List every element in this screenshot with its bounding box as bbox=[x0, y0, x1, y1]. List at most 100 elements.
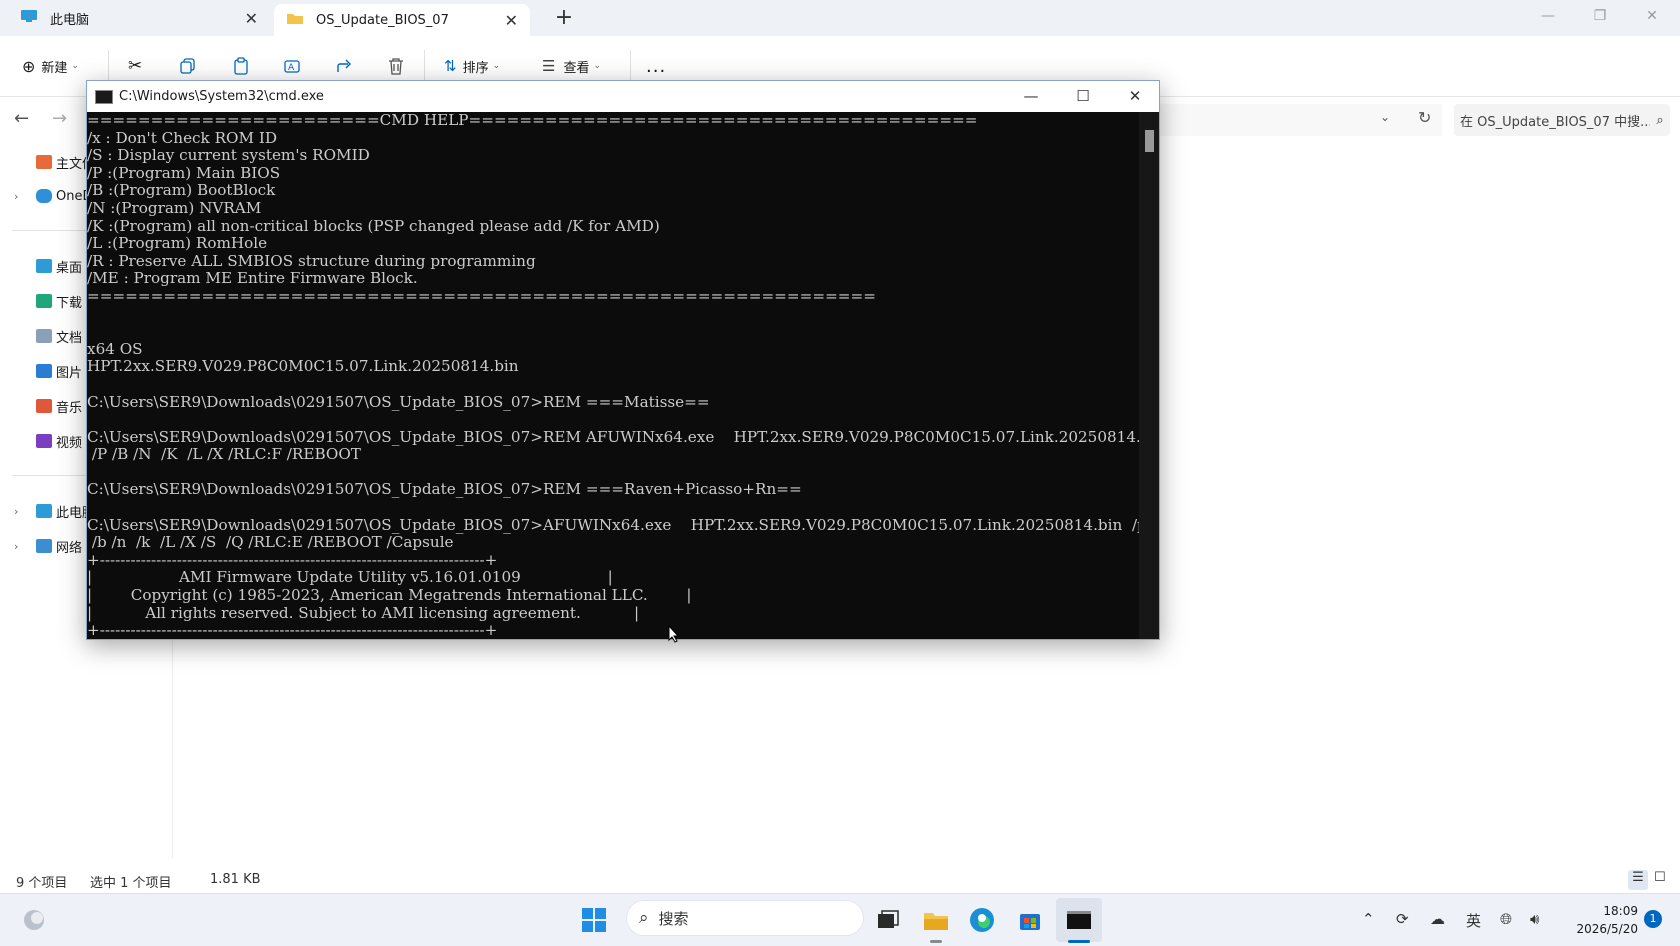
address-bar[interactable] bbox=[1160, 104, 1442, 136]
network-globe-icon[interactable]: 🌐︎ bbox=[1500, 910, 1512, 928]
sidebar-item-downloads[interactable]: 下载 bbox=[36, 289, 82, 313]
sync-icon[interactable]: ⟳ bbox=[1396, 910, 1409, 928]
taskbar-clock[interactable]: 18:09 2026/5/20 bbox=[1570, 902, 1638, 938]
documents-icon bbox=[36, 329, 52, 343]
toolbar-divider bbox=[108, 50, 109, 82]
edge-icon[interactable] bbox=[966, 904, 998, 936]
notification-badge[interactable]: 1 bbox=[1644, 910, 1662, 928]
file-explorer-icon[interactable] bbox=[920, 904, 952, 936]
selection-count: 选中 1 个项目 bbox=[90, 876, 172, 891]
share-icon[interactable] bbox=[336, 50, 354, 82]
store-icon[interactable] bbox=[1014, 904, 1046, 936]
cut-icon[interactable]: ✂ bbox=[128, 50, 142, 82]
maximize-icon[interactable]: ☐ bbox=[1057, 81, 1109, 112]
console-line: | Copyright (c) 1985-2023, American Mega… bbox=[87, 586, 692, 605]
explorer-tab-bar: 此电脑 ✕ OS_Update_BIOS_07 ✕ + — ❐ ✕ bbox=[0, 0, 1680, 36]
sidebar-item-label: 网络 bbox=[56, 540, 83, 556]
status-bar: 9 个项目 选中 1 个项目 1.81 KB ☰ ☐ bbox=[0, 868, 1680, 892]
sidebar-item-desktop[interactable]: 桌面 bbox=[36, 254, 82, 278]
new-button[interactable]: ⊕ 新建 ⌄ bbox=[22, 50, 79, 82]
sort-button[interactable]: ⇅ 排序 ⌄ bbox=[444, 50, 500, 82]
tab-label: OS_Update_BIOS_07 bbox=[316, 12, 449, 28]
console-line: x64 OS bbox=[87, 339, 143, 358]
console-scrollbar[interactable] bbox=[1139, 112, 1159, 639]
view-list-icon: ☰ bbox=[542, 57, 556, 75]
sidebar-item-documents[interactable]: 文档 bbox=[36, 324, 82, 348]
clock-time: 18:09 bbox=[1603, 904, 1638, 918]
search-icon: ⌕ bbox=[1656, 112, 1664, 128]
selection-size: 1.81 KB bbox=[210, 872, 261, 887]
back-icon[interactable]: ← bbox=[14, 108, 29, 129]
sidebar-item-label: 下载 bbox=[56, 295, 83, 311]
computer-icon bbox=[20, 9, 38, 27]
tab-this-pc[interactable]: 此电脑 ✕ bbox=[8, 0, 270, 36]
chevron-down-icon: ⌄ bbox=[492, 61, 501, 71]
sidebar-item-pictures[interactable]: 图片 bbox=[36, 359, 82, 383]
tab-os-update-bios[interactable]: OS_Update_BIOS_07 ✕ bbox=[274, 4, 530, 36]
console-line: /P /B /N /K /L /X /RLC:F /REBOOT bbox=[87, 445, 361, 464]
sort-icon: ⇅ bbox=[444, 57, 457, 75]
view-button[interactable]: ☰ 查看 ⌄ bbox=[542, 50, 601, 82]
sidebar-item-label: 图片 bbox=[56, 365, 83, 381]
more-options-icon[interactable]: ... bbox=[646, 50, 666, 82]
restore-icon[interactable]: ❐ bbox=[1582, 4, 1618, 28]
refresh-icon[interactable]: ↻ bbox=[1418, 108, 1431, 127]
start-icon[interactable] bbox=[578, 904, 610, 936]
item-count: 9 个项目 bbox=[16, 876, 68, 891]
sidebar-item-videos[interactable]: 视频 bbox=[36, 429, 82, 453]
console-line: /R : Preserve ALL SMBIOS structure durin… bbox=[87, 251, 536, 270]
console-line: /N :(Program) NVRAM bbox=[87, 198, 262, 217]
close-icon[interactable]: ✕ bbox=[1109, 81, 1161, 112]
sidebar-item-network[interactable]: 网络 bbox=[36, 534, 82, 558]
search-input[interactable]: 在 OS_Update_BIOS_07 中搜... ⌕ bbox=[1454, 104, 1670, 136]
terminal-icon[interactable] bbox=[1063, 904, 1095, 936]
console-line: /S : Display current system's ROMID bbox=[87, 146, 370, 165]
chevron-right-icon[interactable]: › bbox=[14, 540, 18, 553]
widgets-icon[interactable] bbox=[18, 904, 50, 936]
chevron-up-icon[interactable]: ⌃ bbox=[1362, 910, 1375, 928]
download-icon bbox=[36, 294, 52, 308]
close-tab-icon[interactable]: ✕ bbox=[245, 9, 258, 28]
console-output[interactable]: =======================CMD HELP=========… bbox=[87, 112, 1139, 639]
forward-icon[interactable]: → bbox=[52, 108, 67, 129]
console-line: C:\Users\SER9\Downloads\0291507\OS_Updat… bbox=[87, 480, 802, 499]
cmd-window: C:\Windows\System32\cmd.exe — ☐ ✕ ======… bbox=[86, 80, 1160, 640]
minimize-icon[interactable]: — bbox=[1005, 81, 1057, 112]
sidebar-item-label: 文档 bbox=[56, 330, 83, 346]
plus-circle-icon: ⊕ bbox=[22, 56, 36, 76]
paste-icon[interactable] bbox=[233, 50, 249, 82]
rename-icon[interactable]: A bbox=[284, 50, 302, 82]
minimize-icon[interactable]: — bbox=[1530, 4, 1566, 28]
new-tab-icon[interactable]: + bbox=[552, 6, 576, 30]
ime-indicator[interactable]: 英 bbox=[1466, 910, 1481, 931]
search-icon: ⌕ bbox=[639, 908, 649, 928]
console-line: /B :(Program) BootBlock bbox=[87, 181, 276, 200]
console-line: ========================================… bbox=[87, 286, 876, 305]
scrollbar-thumb[interactable] bbox=[1145, 130, 1154, 152]
chevron-down-icon[interactable]: ⌄ bbox=[1380, 110, 1390, 124]
console-line: /L :(Program) RomHole bbox=[87, 234, 268, 253]
delete-icon[interactable] bbox=[388, 50, 404, 82]
close-window-icon[interactable]: ✕ bbox=[1634, 4, 1670, 28]
sidebar-item-label: 视频 bbox=[56, 435, 83, 451]
cloud-icon bbox=[36, 189, 52, 203]
chevron-right-icon[interactable]: › bbox=[14, 505, 18, 518]
volume-icon[interactable]: 🔊︎ bbox=[1530, 910, 1539, 928]
sidebar-item-music[interactable]: 音乐 bbox=[36, 394, 82, 418]
task-view-icon[interactable] bbox=[872, 904, 904, 936]
details-view-icon[interactable]: ☰ bbox=[1628, 870, 1648, 890]
tiles-view-icon[interactable]: ☐ bbox=[1654, 870, 1666, 885]
console-icon bbox=[95, 89, 113, 104]
cmd-title-bar[interactable]: C:\Windows\System32\cmd.exe — ☐ ✕ bbox=[87, 81, 1159, 112]
cloud-offline-icon[interactable]: ☁ bbox=[1430, 910, 1445, 928]
new-label: 新建 bbox=[41, 60, 68, 76]
copy-icon[interactable] bbox=[180, 50, 196, 82]
close-tab-icon[interactable]: ✕ bbox=[505, 11, 518, 30]
taskbar-search-input[interactable]: ⌕ 搜索 bbox=[626, 900, 864, 936]
chevron-right-icon[interactable]: › bbox=[14, 190, 18, 203]
network-icon bbox=[36, 539, 52, 553]
